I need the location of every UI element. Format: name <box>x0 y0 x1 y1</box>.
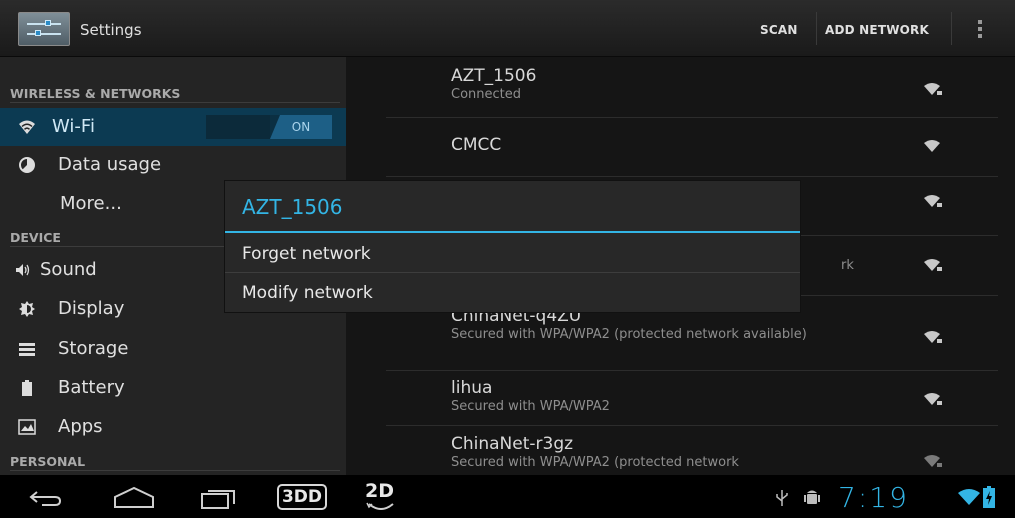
network-name: CMCC <box>451 135 502 155</box>
modify-network-item[interactable]: Modify network <box>225 274 800 312</box>
sidebar-item-label: Display <box>58 298 125 319</box>
list-divider <box>386 117 998 118</box>
recent-apps-icon[interactable] <box>200 486 238 510</box>
network-status: Connected <box>451 87 522 102</box>
wifi-toggle[interactable]: ON <box>206 115 332 139</box>
3d-mode-button[interactable]: 3DD <box>277 484 327 510</box>
list-item[interactable]: lihua Secured with WPA/WPA2 <box>386 378 998 415</box>
sidebar-item-wifi[interactable]: Wi-Fi ON <box>0 108 346 146</box>
wifi-status-icon <box>958 489 980 505</box>
list-divider <box>386 370 998 371</box>
forget-network-item[interactable]: Forget network <box>225 235 800 273</box>
sidebar-item-label: Sound <box>40 259 97 280</box>
action-separator <box>951 12 952 45</box>
wifi-signal-locked-icon <box>924 455 942 467</box>
battery-charging-icon <box>983 486 995 508</box>
network-status: rk <box>841 258 854 273</box>
usb-icon <box>776 490 788 506</box>
section-divider <box>10 102 340 103</box>
sidebar-item-battery[interactable]: Battery <box>0 369 346 407</box>
network-context-dialog: AZT_1506 Forget network Modify network <box>225 181 800 312</box>
rotate-arrows-icon <box>366 502 394 510</box>
wifi-signal-icon <box>924 140 940 152</box>
android-debug-icon <box>804 490 820 504</box>
sidebar-item-data-usage[interactable]: Data usage <box>0 146 346 184</box>
list-item[interactable]: ChinaNet-r3gz Secured with WPA/WPA2 (pro… <box>386 434 998 471</box>
sidebar-item-label: Wi-Fi <box>52 116 95 137</box>
2d-mode-button[interactable]: 2D <box>365 480 394 502</box>
sidebar-item-label: Data usage <box>58 154 162 175</box>
list-item[interactable]: AZT_1506 Connected <box>386 66 998 103</box>
menu-item-label: Modify network <box>242 283 373 303</box>
network-name: AZT_1506 <box>451 66 537 86</box>
speaker-icon <box>16 264 30 276</box>
wifi-signal-locked-icon <box>924 393 942 405</box>
network-name: ChinaNet-r3gz <box>451 434 574 454</box>
home-icon[interactable] <box>113 485 155 509</box>
overflow-menu-icon[interactable] <box>978 20 984 40</box>
sidebar-item-label: Apps <box>58 416 103 437</box>
settings-sliders-icon[interactable] <box>18 12 70 46</box>
menu-item-label: Forget network <box>242 244 371 264</box>
sidebar-item-storage[interactable]: Storage <box>0 330 346 368</box>
sidebar-item-label: Storage <box>58 338 129 359</box>
list-divider <box>386 176 998 177</box>
section-header-device: DEVICE <box>10 230 61 245</box>
network-status: Secured with WPA/WPA2 (protected network <box>451 455 739 470</box>
dialog-title: AZT_1506 <box>242 195 343 219</box>
list-divider <box>386 425 998 426</box>
list-item[interactable]: CMCC <box>386 135 998 155</box>
dialog-item-divider <box>225 272 800 273</box>
back-icon[interactable] <box>28 489 62 507</box>
scan-button[interactable]: SCAN <box>760 23 798 37</box>
battery-icon <box>22 380 32 396</box>
network-status: Secured with WPA/WPA2 (protected network… <box>451 327 807 342</box>
brightness-icon <box>19 301 35 317</box>
wifi-toggle-label: ON <box>270 115 332 139</box>
wifi-icon <box>19 120 35 134</box>
action-separator <box>816 12 817 45</box>
network-status: Secured with WPA/WPA2 <box>451 399 610 414</box>
sidebar-item-label: More... <box>60 193 122 214</box>
sidebar-item-label: Battery <box>58 377 125 398</box>
section-header-wireless: WIRELESS & NETWORKS <box>10 86 181 101</box>
wifi-signal-locked-icon <box>924 331 942 343</box>
apps-icon <box>18 419 36 435</box>
status-clock: 7:19 <box>838 481 909 514</box>
wifi-signal-locked-icon <box>924 259 942 271</box>
dialog-title-divider <box>225 231 800 233</box>
section-divider <box>10 470 340 471</box>
wifi-signal-locked-icon <box>924 195 942 207</box>
sidebar-item-apps[interactable]: Apps <box>0 408 346 446</box>
data-usage-icon <box>19 157 35 173</box>
action-bar: Settings SCAN ADD NETWORK <box>0 0 1015 57</box>
storage-icon <box>19 343 35 356</box>
section-header-personal: PERSONAL <box>10 454 86 469</box>
add-network-button[interactable]: ADD NETWORK <box>825 23 929 37</box>
wifi-signal-locked-icon <box>924 83 942 95</box>
app-title: Settings <box>80 21 142 39</box>
network-name: lihua <box>451 378 493 398</box>
